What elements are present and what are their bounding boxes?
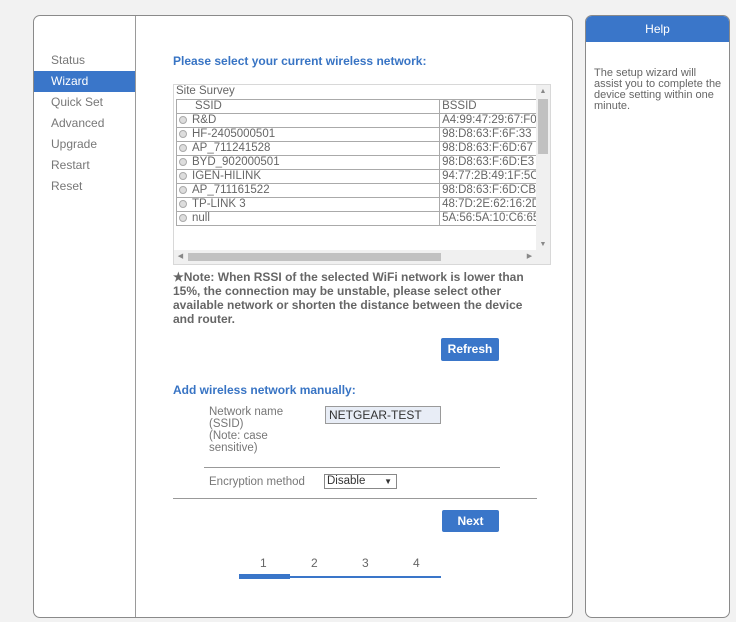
sidebar-item-reset[interactable]: Reset [34,176,135,197]
table-row[interactable]: R&D A4:99:47:29:67:F0 [175,113,550,128]
column-header-ssid: SSID [175,99,441,114]
table-row[interactable]: BYD_902000501 98:D8:63:F:6D:E3 [175,155,550,170]
network-name-label-line: (Note: case [209,430,268,442]
horizontal-scroll-thumb[interactable] [188,253,441,261]
ssid-cell: HF-2405000501 [175,127,441,142]
ssid-text: IGEN-HILINK [192,170,262,183]
ssid-cell: IGEN-HILINK [175,169,441,184]
table-row[interactable]: TP-LINK 3 48:7D:2E:62:16:2D [175,197,550,212]
scroll-left-arrow-icon[interactable]: ◀ [174,250,187,264]
ssid-text: BYD_902000501 [192,156,280,169]
ssid-cell: TP-LINK 3 [175,197,441,212]
site-survey-table: SSID BSSID R&D A4:99:47:29:67:F0 HF-24050… [175,99,550,226]
help-panel: Help The setup wizard will assist you to… [585,15,730,618]
help-text: The setup wizard will assist you to comp… [594,67,722,112]
radio-button[interactable] [179,157,187,166]
horizontal-scrollbar[interactable]: ◀ ▶ [174,250,550,264]
ssid-text: null [192,212,210,225]
bssid-cell: 98:D8:63:F:6F:33 [439,127,550,142]
vertical-scrollbar[interactable]: ▲ ▼ [536,85,550,251]
radio-button[interactable] [179,185,187,194]
site-survey-box: Site Survey SSID BSSID R&D A4:99:47:29:67… [173,84,551,265]
select-network-heading: Please select your current wireless netw… [173,54,427,68]
radio-button[interactable] [179,213,187,222]
bssid-cell: 48:7D:2E:62:16:2D [439,197,550,212]
ssid-cell: null [175,211,441,226]
ssid-text: AP_711161522 [192,184,270,197]
encryption-method-label: Encryption method [209,476,305,488]
next-button[interactable]: Next [442,510,499,532]
bssid-cell: A4:99:47:29:67:F0 [439,113,550,128]
sidebar-item-status[interactable]: Status [34,50,135,71]
step-1: 1 [260,556,267,570]
radio-button[interactable] [179,129,187,138]
table-row[interactable]: null 5A:56:5A:10:C6:65 [175,211,550,226]
sidebar-item-upgrade[interactable]: Upgrade [34,134,135,155]
bssid-cell: 94:77:2B:49:1F:5C [439,169,550,184]
rssi-note: ★Note: When RSSI of the selected WiFi ne… [173,270,524,326]
network-name-label-line: sensitive) [209,442,258,454]
step-progress-indicator [239,574,290,579]
nav-list: Status Wizard Quick Set Advanced Upgrade… [34,50,135,197]
radio-button[interactable] [179,171,187,180]
manual-network-heading: Add wireless network manually: [173,383,356,397]
vertical-scroll-thumb[interactable] [538,99,548,154]
network-name-label-line: Network name [209,406,284,418]
bssid-cell: 5A:56:5A:10:C6:65 [439,211,550,226]
table-row[interactable]: AP_711241528 98:D8:63:F:6D:67 [175,141,550,156]
ssid-input[interactable] [325,406,441,424]
bssid-cell: 98:D8:63:F:6D:67 [439,141,550,156]
section-divider [173,498,537,499]
encryption-selected-value: Disable [327,475,366,487]
help-title: Help [586,16,729,42]
sidebar-item-quick-set[interactable]: Quick Set [34,92,135,113]
scroll-right-arrow-icon[interactable]: ▶ [523,250,536,264]
ssid-text: TP-LINK 3 [192,198,246,211]
encryption-select[interactable]: Disable ▼ [324,474,397,489]
step-2: 2 [311,556,318,570]
site-survey-title: Site Survey [176,85,235,97]
ssid-cell: R&D [175,113,441,128]
ssid-text: HF-2405000501 [192,128,276,141]
sidebar-item-restart[interactable]: Restart [34,155,135,176]
table-row[interactable]: IGEN-HILINK 94:77:2B:49:1F:5C [175,169,550,184]
radio-button[interactable] [179,115,187,124]
step-3: 3 [362,556,369,570]
scroll-up-arrow-icon[interactable]: ▲ [536,85,550,98]
sidebar: Status Wizard Quick Set Advanced Upgrade… [34,16,136,617]
dropdown-caret-icon: ▼ [384,477,392,486]
table-row[interactable]: HF-2405000501 98:D8:63:F:6F:33 [175,127,550,142]
radio-button[interactable] [179,143,187,152]
network-name-label-line: (SSID) [209,418,244,430]
ssid-cell: AP_711161522 [175,183,441,198]
ssid-cell: BYD_902000501 [175,155,441,170]
sidebar-item-advanced[interactable]: Advanced [34,113,135,134]
step-4: 4 [413,556,420,570]
column-header-bssid: BSSID [439,99,550,114]
bssid-cell: 98:D8:63:F:6D:E3 [439,155,550,170]
sidebar-item-wizard[interactable]: Wizard [34,71,135,92]
table-row[interactable]: AP_711161522 98:D8:63:F:6D:CB [175,183,550,198]
field-divider [204,467,500,468]
ssid-text: R&D [192,114,217,127]
network-name-label: Network name (SSID) (Note: case sensitiv… [209,406,283,454]
ssid-text: AP_711241528 [192,142,271,155]
ssid-cell: AP_711241528 [175,141,441,156]
table-header-row: SSID BSSID [175,99,550,114]
refresh-button[interactable]: Refresh [441,338,499,361]
radio-button[interactable] [179,199,187,208]
bssid-cell: 98:D8:63:F:6D:CB [439,183,550,198]
